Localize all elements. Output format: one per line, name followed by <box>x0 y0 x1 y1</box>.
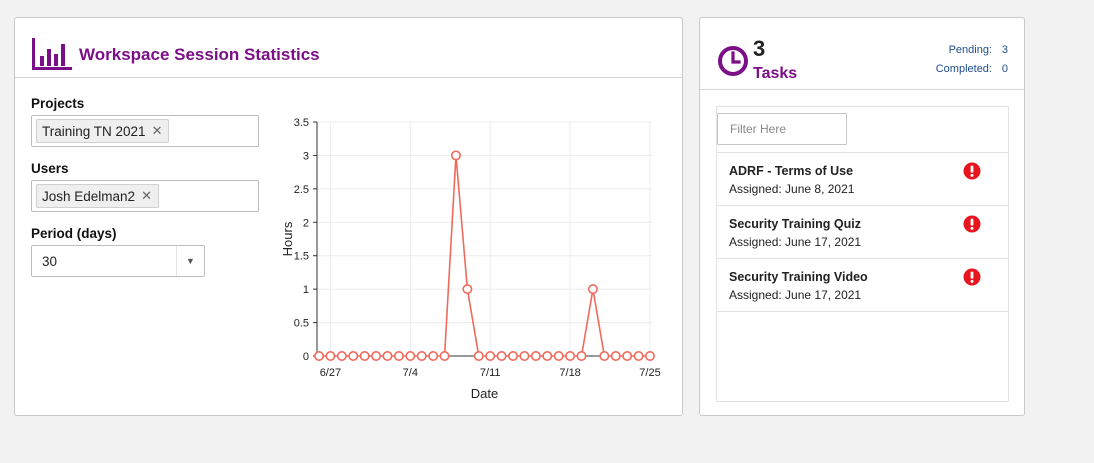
y-tick-label: 0.5 <box>294 318 309 330</box>
task-name[interactable]: Security Training Video <box>729 270 868 284</box>
data-point <box>450 150 461 161</box>
chevron-down-icon[interactable]: ▼ <box>176 246 204 276</box>
y-tick-label: 0 <box>303 351 309 363</box>
y-tick-label: 1.5 <box>294 251 309 263</box>
session-hours-chart: 0 0.5 1 1.5 2 2.5 3 3.5 6/27 7/4 7/11 7/18 7/25 Date H… <box>280 117 661 401</box>
data-point <box>587 284 598 295</box>
y-tick-label: 3.5 <box>294 117 309 129</box>
task-item[interactable]: Security Training Quiz Assigned: June 17… <box>717 206 1008 259</box>
tasks-header: 3 Tasks Pending: 3 Completed: 0 <box>700 18 1024 90</box>
data-point <box>416 351 427 362</box>
task-item[interactable]: ADRF - Terms of Use Assigned: June 8, 20… <box>717 153 1008 206</box>
bar-chart-icon <box>32 38 72 70</box>
y-axis-label: Hours <box>280 221 295 256</box>
y-tick-label: 2 <box>303 217 309 229</box>
task-list-panel: ADRF - Terms of Use Assigned: June 8, 20… <box>716 106 1009 402</box>
remove-project-icon[interactable]: ✕ <box>152 123 163 139</box>
exclamation-circle-icon <box>963 162 981 180</box>
pending-value: 3 <box>1001 44 1008 56</box>
filter-form: Projects Training TN 2021 ✕ Users Josh E… <box>31 96 261 277</box>
users-label: Users <box>31 161 69 176</box>
tasks-card: 3 Tasks Pending: 3 Completed: 0 ADRF - Ter… <box>699 17 1025 416</box>
clock-icon <box>718 46 748 76</box>
projects-label: Projects <box>31 96 85 111</box>
completed-value: 0 <box>1001 63 1008 75</box>
completed-count: Completed: 0 <box>936 63 1008 75</box>
y-tick-label: 1 <box>303 284 309 296</box>
exclamation-circle-icon <box>963 268 981 286</box>
data-point <box>508 351 519 362</box>
data-point <box>496 351 507 362</box>
y-tick-label: 2.5 <box>294 184 309 196</box>
user-chip: Josh Edelman2 ✕ <box>36 184 159 208</box>
users-multiselect[interactable]: Josh Edelman2 ✕ <box>31 180 259 212</box>
x-tick-label: 7/4 <box>403 367 418 379</box>
page-title: Workspace Session Statistics <box>79 45 320 64</box>
task-item[interactable]: Security Training Video Assigned: June 1… <box>717 259 1008 312</box>
data-point <box>530 351 541 362</box>
y-tick-label: 3 <box>303 150 309 162</box>
stats-header: Workspace Session Statistics <box>15 18 682 78</box>
data-point <box>542 351 553 362</box>
data-point <box>599 351 610 362</box>
data-point <box>428 351 439 362</box>
filter-input[interactable] <box>717 113 847 145</box>
data-point <box>462 284 473 295</box>
x-tick-label: 7/18 <box>559 367 580 379</box>
task-count: 3 <box>753 36 766 61</box>
remove-user-icon[interactable]: ✕ <box>141 188 152 204</box>
period-label: Period (days) <box>31 226 117 241</box>
x-axis-label: Date <box>471 386 498 401</box>
period-select[interactable]: 30 ▼ <box>31 245 205 277</box>
data-point <box>348 351 359 362</box>
task-assigned-date: Assigned: June 17, 2021 <box>729 235 862 249</box>
task-assigned-date: Assigned: June 8, 2021 <box>729 182 855 196</box>
projects-multiselect[interactable]: Training TN 2021 ✕ <box>31 115 259 147</box>
data-point <box>485 351 496 362</box>
task-assigned-date: Assigned: June 17, 2021 <box>729 288 862 302</box>
data-point <box>633 351 644 362</box>
tasks-title: Tasks <box>753 65 798 82</box>
session-stats-card: Workspace Session Statistics Projects Tr… <box>14 17 683 416</box>
data-point <box>473 351 484 362</box>
x-tick-label: 7/25 <box>639 367 660 379</box>
data-point <box>644 351 655 362</box>
project-chip-label: Training TN 2021 <box>42 123 146 139</box>
exclamation-circle-icon <box>963 215 981 233</box>
pending-label: Pending: <box>948 44 992 56</box>
project-chip: Training TN 2021 ✕ <box>36 119 170 143</box>
data-point <box>325 351 336 362</box>
data-point <box>565 351 576 362</box>
x-tick-label: 6/27 <box>320 367 341 379</box>
data-point <box>336 351 347 362</box>
data-point <box>371 351 382 362</box>
data-point <box>405 351 416 362</box>
data-point <box>439 351 450 362</box>
data-point <box>359 351 370 362</box>
completed-label: Completed: <box>935 63 992 75</box>
period-value: 30 <box>42 254 58 269</box>
filter-bar <box>717 107 1008 153</box>
task-name[interactable]: Security Training Quiz <box>729 217 861 231</box>
data-point <box>553 351 564 362</box>
task-name[interactable]: ADRF - Terms of Use <box>729 164 853 178</box>
data-point <box>313 351 324 362</box>
data-point <box>519 351 530 362</box>
data-point <box>610 351 621 362</box>
data-point <box>393 351 404 362</box>
pending-count: Pending: 3 <box>949 44 1008 56</box>
data-point <box>622 351 633 362</box>
user-chip-label: Josh Edelman2 <box>42 188 136 204</box>
data-point <box>382 351 393 362</box>
x-tick-label: 7/11 <box>480 367 501 379</box>
data-point <box>576 351 587 362</box>
